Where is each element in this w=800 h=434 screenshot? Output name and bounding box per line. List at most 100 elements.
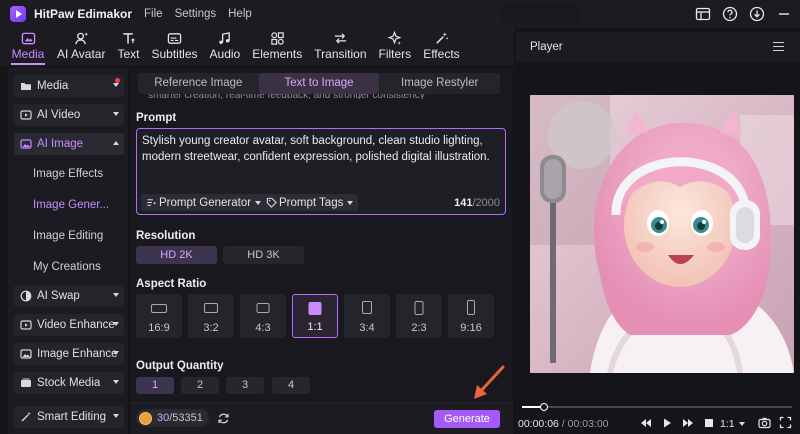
sidebar-item-ai-image[interactable]: AI Image: [14, 133, 124, 155]
quantity-1[interactable]: 1: [136, 377, 174, 394]
menu-icon[interactable]: [773, 42, 784, 51]
aspect-9-16[interactable]: 9:16: [448, 294, 494, 338]
playback-timeline[interactable]: [522, 403, 792, 411]
aspect-4-3[interactable]: 4:3: [240, 294, 286, 338]
aspect-2-3[interactable]: 2:3: [396, 294, 442, 338]
chevron-down-icon: [113, 322, 119, 326]
ai-swap-icon: [20, 290, 32, 302]
tool-subtitles[interactable]: Subtitles: [147, 28, 203, 66]
menu-file[interactable]: File: [144, 8, 163, 20]
preview-ratio-select[interactable]: 1:1: [720, 418, 745, 430]
chevron-down-icon: [113, 83, 119, 87]
prompt-tags-button[interactable]: Prompt Tags: [261, 194, 359, 211]
output-quantity-label: Output Quantity: [136, 360, 224, 372]
timeline-handle[interactable]: [539, 403, 548, 411]
sidebar-sub-my-creations[interactable]: My Creations: [33, 261, 101, 273]
prompt-generator-button[interactable]: Prompt Generator: [141, 194, 267, 211]
generated-avatar-illustration: [530, 95, 794, 373]
sidebar-sub-image-generator[interactable]: Image Gener...: [33, 199, 109, 211]
sidebar-item-ai-video[interactable]: AI Video: [14, 104, 124, 126]
chevron-up-icon: [113, 141, 119, 145]
refresh-icon[interactable]: [217, 412, 230, 425]
play-icon[interactable]: [661, 417, 673, 429]
menu-help[interactable]: Help: [228, 8, 252, 20]
chevron-down-icon: [113, 414, 119, 418]
tool-transition[interactable]: Transition: [309, 28, 371, 66]
prompt-text[interactable]: Stylish young creator avatar, soft backg…: [142, 133, 502, 165]
tool-audio[interactable]: Audio: [205, 28, 246, 66]
aspect-shape-icon: [414, 301, 424, 315]
sidebar-sub-image-effects[interactable]: Image Effects: [33, 168, 103, 180]
player-header: Player: [516, 32, 800, 62]
app-window: HitPaw Edimakor File Settings Help Media…: [0, 0, 800, 434]
tool-effects[interactable]: Effects: [418, 28, 464, 66]
playback-controls: [640, 417, 715, 429]
aspect-3-2[interactable]: 3:2: [188, 294, 234, 338]
title-search-area: [502, 6, 580, 23]
aspect-shape-icon: [151, 304, 167, 313]
ai-video-icon: [20, 110, 32, 120]
sidebar-item-image-enhance[interactable]: Image Enhance: [14, 343, 124, 365]
minimize-icon[interactable]: [775, 5, 792, 22]
aspect-16-9[interactable]: 16:9: [136, 294, 182, 338]
chevron-down-icon: [347, 200, 354, 205]
menu-bar: File Settings Help: [144, 8, 252, 20]
quantity-2[interactable]: 2: [181, 377, 219, 394]
chevron-down-icon: [738, 422, 745, 426]
player-title: Player: [530, 41, 563, 53]
preview-image: [530, 95, 794, 373]
video-enhance-icon: [20, 320, 32, 330]
app-logo-icon: [10, 6, 26, 22]
sidebar-item-ai-swap[interactable]: AI Swap: [14, 285, 124, 307]
tool-elements[interactable]: Elements: [247, 28, 307, 66]
generate-button[interactable]: Generate: [434, 410, 500, 428]
sidebar-item-video-enhance[interactable]: Video Enhance: [14, 314, 124, 336]
prompt-generator-icon: [147, 199, 157, 206]
media-icon: [21, 32, 35, 45]
sidebar-item-stock-media[interactable]: Stock Media: [14, 372, 124, 394]
stop-icon[interactable]: [703, 417, 715, 429]
aspect-shape-icon: [308, 302, 322, 315]
folder-icon: [21, 83, 31, 90]
sidebar-item-media[interactable]: Media: [14, 75, 124, 97]
quantity-3[interactable]: 3: [226, 377, 264, 394]
music-icon: [219, 32, 231, 44]
smart-editing-icon: [21, 412, 31, 422]
aspect-1-1[interactable]: 1:1: [292, 294, 338, 338]
tool-text[interactable]: Text: [112, 28, 144, 66]
tool-media[interactable]: Media: [6, 28, 50, 66]
tool-filters[interactable]: Filters: [374, 28, 417, 66]
player-tool-icons: [758, 416, 792, 429]
resolution-hd-2k[interactable]: HD 2K: [136, 246, 217, 264]
chevron-down-icon: [113, 380, 119, 384]
menu-settings[interactable]: Settings: [175, 8, 217, 20]
camera-icon[interactable]: [758, 416, 771, 429]
stock-media-icon: [21, 378, 31, 387]
resolution-label: Resolution: [136, 230, 196, 242]
sidebar-sub-image-editing[interactable]: Image Editing: [33, 230, 103, 242]
tool-ai-avatar[interactable]: AI Avatar: [52, 28, 110, 66]
transition-icon: [334, 33, 347, 44]
chevron-down-icon: [113, 293, 119, 297]
window-controls: [694, 5, 792, 22]
quantity-4[interactable]: 4: [272, 377, 310, 394]
aspect-3-4[interactable]: 3:4: [344, 294, 390, 338]
prompt-textarea[interactable]: Stylish young creator avatar, soft backg…: [136, 128, 506, 215]
title-bar: HitPaw Edimakor File Settings Help: [0, 0, 800, 28]
help-icon[interactable]: [721, 5, 738, 22]
sidebar-item-smart-editing[interactable]: Smart Editing: [14, 406, 124, 428]
fullscreen-icon[interactable]: [779, 416, 792, 429]
tab-text-to-image[interactable]: Text to Image: [258, 73, 380, 94]
tab-image-restyler[interactable]: Image Restyler: [379, 73, 500, 94]
filters-icon: [387, 31, 402, 45]
tab-reference-image[interactable]: Reference Image: [138, 73, 259, 94]
resolution-hd-3k[interactable]: HD 3K: [223, 246, 304, 264]
aspect-shape-icon: [362, 301, 372, 314]
skip-forward-icon[interactable]: [682, 417, 694, 429]
ai-image-icon: [20, 139, 32, 149]
annotation-arrow-icon: [474, 365, 505, 399]
skip-back-icon[interactable]: [640, 417, 652, 429]
layout-icon[interactable]: [694, 5, 711, 22]
avatar-icon: [74, 32, 88, 45]
download-icon[interactable]: [748, 5, 765, 22]
